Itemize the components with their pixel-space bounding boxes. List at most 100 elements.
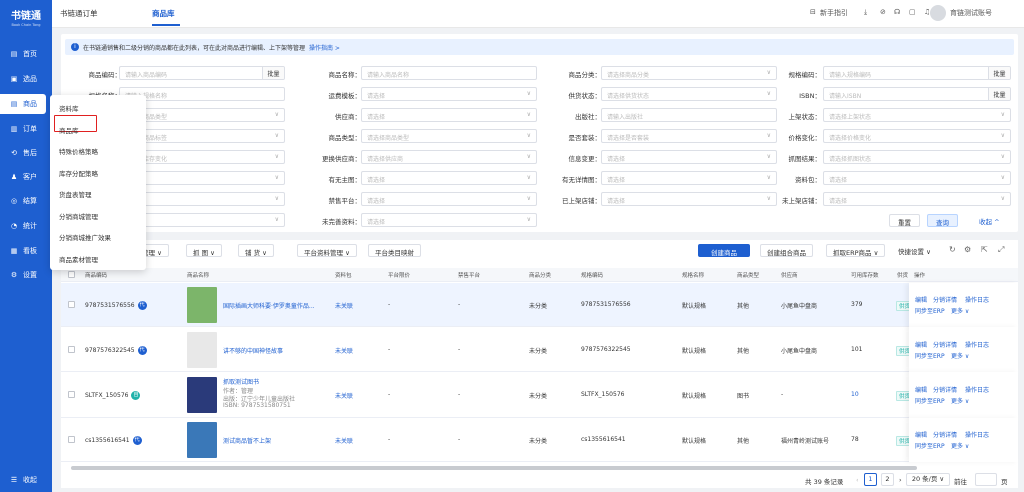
prev-page-icon[interactable]: ‹ xyxy=(856,476,859,484)
row-checkbox[interactable] xyxy=(68,301,75,308)
filter-input[interactable]: 请选择价格变化 ∨ xyxy=(823,129,1011,143)
filter-input[interactable]: 请选择抓图状态 ∨ xyxy=(823,150,1011,164)
dist-detail-link[interactable]: 分销详情 xyxy=(933,340,957,349)
cell-pkg[interactable]: 未关联 xyxy=(335,391,353,400)
quick-settings-dropdown[interactable]: 快捷设置 ∨ xyxy=(894,244,937,257)
sidebar-item-orders[interactable]: ▥ 订单 xyxy=(0,119,52,139)
fetch-image-dropdown[interactable]: 抓 图 ∨ xyxy=(186,244,222,257)
account-name[interactable]: 育链测试账号 xyxy=(950,8,992,18)
sidebar-collapse-button[interactable]: ☰ 收起 xyxy=(0,470,52,490)
cell-pkg[interactable]: 未关联 xyxy=(335,436,353,445)
goto-page-input[interactable] xyxy=(975,473,997,486)
download-icon[interactable]: ⤓ xyxy=(864,8,867,17)
filter-input[interactable]: 请选择∨ xyxy=(361,213,537,227)
sidebar-item-settlement[interactable]: ◎ 结算 xyxy=(0,191,52,211)
table-row[interactable]: SLTFX_150576 自抓取测试图书 作者：管理 出版：辽宁少年儿童出版社 ISBN… xyxy=(61,372,1018,418)
sidebar-item-selection[interactable]: ▣ 选品 xyxy=(0,69,52,89)
filter-input[interactable]: 请选择∨ xyxy=(361,108,537,122)
collapse-filters-button[interactable]: 收起 ^ xyxy=(971,214,1008,227)
sidebar-item-customers[interactable]: ♟ 客户 xyxy=(0,167,52,187)
submenu-item[interactable]: 商品素材管理 xyxy=(59,254,98,264)
page-1[interactable]: 1 xyxy=(864,473,877,486)
cell-pkg[interactable]: 未关联 xyxy=(335,301,353,310)
more-dropdown[interactable]: 更多 ∨ xyxy=(951,396,969,405)
submenu-item[interactable]: 商品库 xyxy=(59,125,79,135)
link-icon[interactable]: ⊘ xyxy=(880,8,886,16)
tab-orders[interactable]: 书链通订单 xyxy=(60,8,98,19)
submenu-item[interactable]: 货盘表管理 xyxy=(59,189,92,199)
page-2[interactable]: 2 xyxy=(881,473,894,486)
table-row[interactable]: 9787576322545 代讲不够的中国神怪故事 未关联 - - 未分类 97875763… xyxy=(61,327,1018,372)
log-link[interactable]: 操作日志 xyxy=(965,295,989,304)
edit-link[interactable]: 编辑 xyxy=(915,430,927,439)
table-row[interactable]: 9787531576556 代国际插画大师科要·伊罗奥童作品... 未关联 - - 未分类… xyxy=(61,283,1018,327)
goods-thumbnail[interactable] xyxy=(187,331,217,368)
filter-input[interactable]: 请输入商品编码 批量 xyxy=(119,66,285,80)
edit-link[interactable]: 编辑 xyxy=(915,385,927,394)
filter-input[interactable]: 请选择供货状态 ∨ xyxy=(601,87,777,101)
reset-button[interactable]: 重置 xyxy=(889,214,920,227)
filter-input[interactable]: 请选择∨ xyxy=(823,171,1011,185)
tab-goods-library[interactable]: 商品库 xyxy=(152,8,175,19)
sync-erp-link[interactable]: 同步至ERP xyxy=(915,396,945,405)
row-checkbox[interactable] xyxy=(68,436,75,443)
filter-input[interactable]: 请选择∨ xyxy=(361,87,537,101)
more-dropdown[interactable]: 更多 ∨ xyxy=(951,351,969,360)
guide-icon[interactable]: ⊟ xyxy=(810,8,816,16)
batch-button[interactable]: 批量 xyxy=(262,67,284,79)
dist-detail-link[interactable]: 分销详情 xyxy=(933,295,957,304)
goods-name[interactable]: 抓取测试图书 xyxy=(223,377,259,386)
message-icon[interactable]: ▢ xyxy=(909,8,916,16)
filter-input[interactable]: 请选择商品类型 ∨ xyxy=(361,129,537,143)
filter-input[interactable]: 请选择商品分类 ∨ xyxy=(601,66,777,80)
filter-input[interactable]: 请选择∨ xyxy=(601,171,777,185)
guide-link[interactable]: 新手指引 xyxy=(820,8,848,18)
filter-input[interactable]: 请输入出版社 xyxy=(601,108,777,122)
more-dropdown[interactable]: 更多 ∨ xyxy=(951,441,969,450)
row-checkbox[interactable] xyxy=(68,391,75,398)
batch-button[interactable]: 批量 xyxy=(988,88,1010,100)
sync-erp-link[interactable]: 同步至ERP xyxy=(915,306,945,315)
goods-name[interactable]: 测试商品暂不上架 xyxy=(223,436,271,445)
filter-input[interactable]: 请选择∨ xyxy=(361,171,537,185)
avatar[interactable] xyxy=(930,5,946,21)
gear-icon[interactable]: ⚙ xyxy=(964,245,971,254)
filter-input[interactable]: 请选择是否套装 ∨ xyxy=(601,129,777,143)
sidebar-item-stats[interactable]: ◔ 统计 xyxy=(0,216,52,236)
fetch-erp-dropdown[interactable]: 抓取ERP商品 ∨ xyxy=(826,244,886,257)
goods-thumbnail[interactable] xyxy=(187,287,217,323)
refresh-icon[interactable]: ↻ xyxy=(949,245,956,254)
goods-name[interactable]: 讲不够的中国神怪故事 xyxy=(223,346,283,355)
more-dropdown[interactable]: 更多 ∨ xyxy=(951,306,969,315)
dist-detail-link[interactable]: 分销详情 xyxy=(933,385,957,394)
sidebar-item-aftersale[interactable]: ⟲ 售后 xyxy=(0,143,52,163)
category-mapping-button[interactable]: 平台类目映射 xyxy=(368,244,421,257)
cell-pkg[interactable]: 未关联 xyxy=(335,346,353,355)
distribute-dropdown[interactable]: 铺 货 ∨ xyxy=(238,244,274,257)
edit-link[interactable]: 编辑 xyxy=(915,295,927,304)
submenu-item[interactable]: 分销商城推广效果 xyxy=(59,232,111,242)
filter-input[interactable]: 请选择∨ xyxy=(601,192,777,206)
filter-input[interactable]: 请选择∨ xyxy=(601,150,777,164)
filter-input[interactable]: 请输入规格编码 批量 xyxy=(823,66,1011,80)
sidebar-item-home[interactable]: ▤ 首页 xyxy=(0,44,52,64)
page-size-select[interactable]: 20 条/页 ∨ xyxy=(906,473,950,486)
next-page-icon[interactable]: › xyxy=(899,476,902,484)
guide-link[interactable]: 操作指南 > xyxy=(309,43,340,52)
filter-input[interactable]: 请输入ISBN 批量 xyxy=(823,87,1011,101)
sidebar-item-dashboard[interactable]: ▦ 看板 xyxy=(0,241,52,261)
filter-input[interactable]: 请选择供应商 ∨ xyxy=(361,150,537,164)
platform-data-dropdown[interactable]: 平台资料管理 ∨ xyxy=(297,244,357,257)
sync-erp-link[interactable]: 同步至ERP xyxy=(915,351,945,360)
submenu-item[interactable]: 特殊价格策略 xyxy=(59,146,98,156)
sync-erp-link[interactable]: 同步至ERP xyxy=(915,441,945,450)
filter-input[interactable]: 请选择∨ xyxy=(361,192,537,206)
query-button[interactable]: 查询 xyxy=(927,214,958,227)
goods-thumbnail[interactable] xyxy=(187,422,217,458)
dist-detail-link[interactable]: 分销详情 xyxy=(933,430,957,439)
sidebar-item-goods[interactable]: ▤ 商品 xyxy=(0,94,46,114)
select-all-checkbox[interactable] xyxy=(68,271,75,278)
filter-input[interactable]: 请选择∨ xyxy=(823,192,1011,206)
sidebar-item-settings[interactable]: ⚙ 设置 xyxy=(0,265,52,285)
export-icon[interactable]: ⇱ xyxy=(981,245,988,254)
